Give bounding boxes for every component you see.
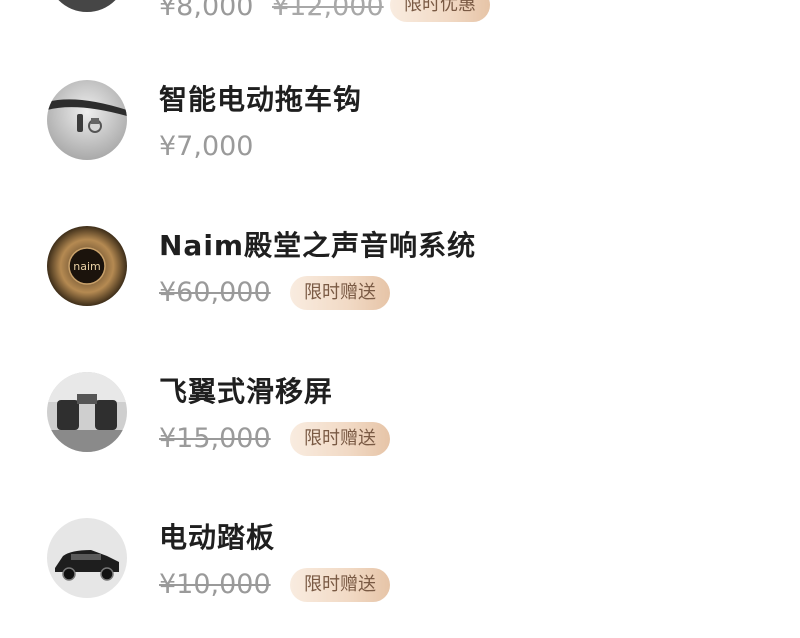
list-item[interactable]: naim Naim殿堂之声音响系统 ¥60,000 限时赠送 [0,226,800,346]
item-name: 智能电动拖车钩 [159,83,363,116]
item-price: ¥60,000 [159,277,271,308]
item-name: Naim殿堂之声音响系统 [159,229,477,262]
item-price: ¥15,000 [159,423,271,454]
item-original-price: ¥12,000 [272,0,384,22]
list-item[interactable]: 智能电动拖车钩 ¥7,000 [0,80,800,200]
item-price: ¥7,000 [159,131,254,162]
tow-hook-photo-icon [47,80,127,160]
item-price: ¥8,000 [159,0,254,22]
car-side-photo-icon [47,518,127,598]
list-item[interactable]: 电动踏板 ¥10,000 限时赠送 [0,518,800,638]
accessory-list: ¥8,000 ¥12,000 限时优惠 智能电动拖车钩 ¥7,000 naim … [0,0,800,602]
promo-badge: 限时赠送 [290,276,390,310]
list-item[interactable]: ¥8,000 ¥12,000 限时优惠 [0,0,800,22]
promo-badge: 限时优惠 [390,0,490,22]
product-photo-icon [47,0,127,12]
svg-text:naim: naim [73,260,100,273]
promo-badge: 限时赠送 [290,568,390,602]
naim-speaker-photo-icon: naim [47,226,127,306]
list-item[interactable]: 飞翼式滑移屏 ¥15,000 限时赠送 [0,372,800,492]
promo-badge: 限时赠送 [290,422,390,456]
item-name: 电动踏板 [159,521,276,554]
car-interior-photo-icon [47,372,127,452]
item-price: ¥10,000 [159,569,271,600]
item-name: 飞翼式滑移屏 [159,375,334,408]
